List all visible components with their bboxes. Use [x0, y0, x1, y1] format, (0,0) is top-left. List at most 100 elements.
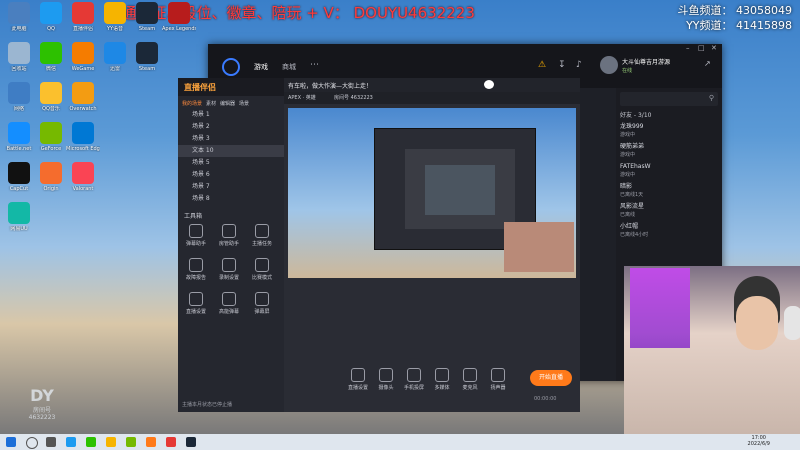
desktop-icon-label: WeGame: [71, 66, 95, 72]
start-icon[interactable]: [6, 437, 16, 447]
friend-status: 已离线: [620, 212, 636, 218]
search-icon[interactable]: [26, 437, 38, 449]
warning-icon[interactable]: ⚠: [538, 60, 546, 70]
streamer-menu-item[interactable]: 场景: [239, 100, 249, 107]
tool-button[interactable]: 弹幕屏: [248, 292, 276, 315]
desktop-icon[interactable]: Microsoft Edge: [66, 122, 100, 152]
tool-button[interactable]: 录制设置: [215, 258, 243, 281]
taskbar: 17:00 2022/6/9: [0, 434, 800, 450]
desktop-icon[interactable]: Origin: [34, 162, 68, 192]
streamer-menu-item[interactable]: 我的场景: [182, 100, 202, 107]
app-icon: [136, 42, 158, 64]
friends-search[interactable]: ⚲: [620, 92, 718, 106]
tool-label: 弹幕助手: [185, 241, 206, 247]
desktop-icon[interactable]: 网络: [2, 82, 36, 112]
scene-item[interactable]: 场景 6: [178, 169, 284, 181]
scene-item[interactable]: 场景 1: [178, 109, 284, 121]
desktop-icon[interactable]: Valorant: [66, 162, 100, 192]
toolbar-button[interactable]: 摄像头: [372, 368, 400, 391]
scene-item[interactable]: 场景 7: [178, 181, 284, 193]
desktop-icon-label: QQ: [47, 26, 55, 32]
stream-title[interactable]: 有车啦，做大作演—大街上走！: [288, 81, 372, 90]
stream-category[interactable]: APEX · 英雄: [288, 94, 316, 101]
desktop-icon[interactable]: QQ音乐: [34, 82, 68, 112]
taskbar-app-icon[interactable]: [66, 437, 76, 447]
yy-channel-overlay: YY频道： 41415898: [686, 19, 792, 32]
go-live-button[interactable]: 开始直播: [530, 370, 572, 386]
toolbar-button[interactable]: 多媒体: [428, 368, 456, 391]
desktop-icon-label: Steam: [138, 26, 156, 32]
desktop-icon[interactable]: 网易UU: [2, 202, 36, 232]
tab-game[interactable]: 游戏: [254, 62, 268, 72]
taskview-icon[interactable]: [46, 437, 56, 447]
more-icon[interactable]: ⋯: [310, 60, 319, 70]
desktop-icon[interactable]: 微信: [34, 42, 68, 72]
desktop-icon[interactable]: GeForce: [34, 122, 68, 152]
desktop-icon-label: QQ音乐: [42, 106, 60, 112]
tool-icon: [189, 258, 203, 272]
desktop-icon[interactable]: WeGame: [66, 42, 100, 72]
desktop-icon-label: Apex Legends: [162, 26, 196, 32]
desktop-icon[interactable]: 迅雷: [98, 42, 132, 72]
streamer-menu-item[interactable]: 素材: [206, 100, 216, 107]
desktop-icon[interactable]: Steam: [130, 42, 164, 72]
desktop-icon[interactable]: CapCut: [2, 162, 36, 192]
tool-icon: [255, 292, 269, 306]
tool-button[interactable]: 直播设置: [182, 292, 210, 315]
nested-window-inner: [405, 149, 515, 229]
desktop-icon[interactable]: Apex Legends: [162, 2, 196, 32]
taskbar-app-icon[interactable]: [106, 437, 116, 447]
desktop-icon[interactable]: 直播伴侣: [66, 2, 100, 32]
tab-shop[interactable]: 商城: [282, 62, 296, 72]
tool-button[interactable]: 高能弹幕: [215, 292, 243, 315]
scene-item[interactable]: 场景 2: [178, 121, 284, 133]
desktop-icon[interactable]: 回收站: [2, 42, 36, 72]
taskbar-app-icon[interactable]: [86, 437, 96, 447]
minimize-icon[interactable]: –: [686, 44, 690, 52]
rgb-pc-case: [630, 268, 690, 348]
tool-button[interactable]: 主播任务: [248, 224, 276, 247]
app-icon: [8, 202, 30, 224]
clock-date: 2022/6/9: [747, 441, 770, 447]
streamer-menu-item[interactable]: 编辑器: [220, 100, 235, 107]
scene-item[interactable]: 场景 8: [178, 193, 284, 205]
tool-button[interactable]: 比赛模式: [248, 258, 276, 281]
tool-button[interactable]: 弹幕助手: [182, 224, 210, 247]
taskbar-app-icon[interactable]: [166, 437, 176, 447]
desktop-icon[interactable]: Overwatch: [66, 82, 100, 112]
tool-icon: [222, 258, 236, 272]
friend-item[interactable]: FATEhasW 游戏中: [620, 163, 718, 179]
maximize-icon[interactable]: □: [698, 44, 705, 52]
scene-item[interactable]: 场景 3: [178, 133, 284, 145]
desktop-icon[interactable]: Steam: [130, 2, 164, 32]
avatar[interactable]: [600, 56, 618, 74]
taskbar-app-icon[interactable]: [126, 437, 136, 447]
friend-item[interactable]: 小红帽 已离线4小时: [620, 223, 718, 239]
scene-item[interactable]: 文本 10: [178, 145, 284, 157]
friend-item[interactable]: 龙珠999 游戏中: [620, 123, 718, 139]
desktop-icon[interactable]: YY语音: [98, 2, 132, 32]
stream-preview[interactable]: [288, 108, 576, 278]
desktop-icon[interactable]: QQ: [34, 2, 68, 32]
search-icon[interactable]: ⚲: [709, 94, 714, 102]
desktop-icon[interactable]: 此电脑: [2, 2, 36, 32]
friend-item[interactable]: 硬筋弟弟 游戏中: [620, 143, 718, 159]
toolbar-button[interactable]: 手机投屏: [400, 368, 428, 391]
tool-button[interactable]: 故障报告: [182, 258, 210, 281]
tool-button[interactable]: 房管助手: [215, 224, 243, 247]
bell-icon[interactable]: ♪: [576, 60, 582, 70]
taskbar-app-icon[interactable]: [146, 437, 156, 447]
scene-item[interactable]: 场景 5: [178, 157, 284, 169]
desktop-icon[interactable]: Battle.net: [2, 122, 36, 152]
friend-item[interactable]: 风影流星 已离线: [620, 203, 718, 219]
app-icon: [8, 2, 30, 24]
external-link-icon[interactable]: ↗: [704, 59, 711, 68]
friend-item[interactable]: 暗影 已离线1天: [620, 183, 718, 199]
taskbar-app-icon[interactable]: [186, 437, 196, 447]
download-icon[interactable]: ↧: [558, 60, 566, 70]
toolbar-button[interactable]: 扬声器: [484, 368, 512, 391]
close-icon[interactable]: ✕: [711, 44, 717, 52]
desktop-icon-label: YY语音: [106, 26, 124, 32]
toolbar-button[interactable]: 直播设置: [344, 368, 372, 391]
toolbar-button[interactable]: 麦克风: [456, 368, 484, 391]
